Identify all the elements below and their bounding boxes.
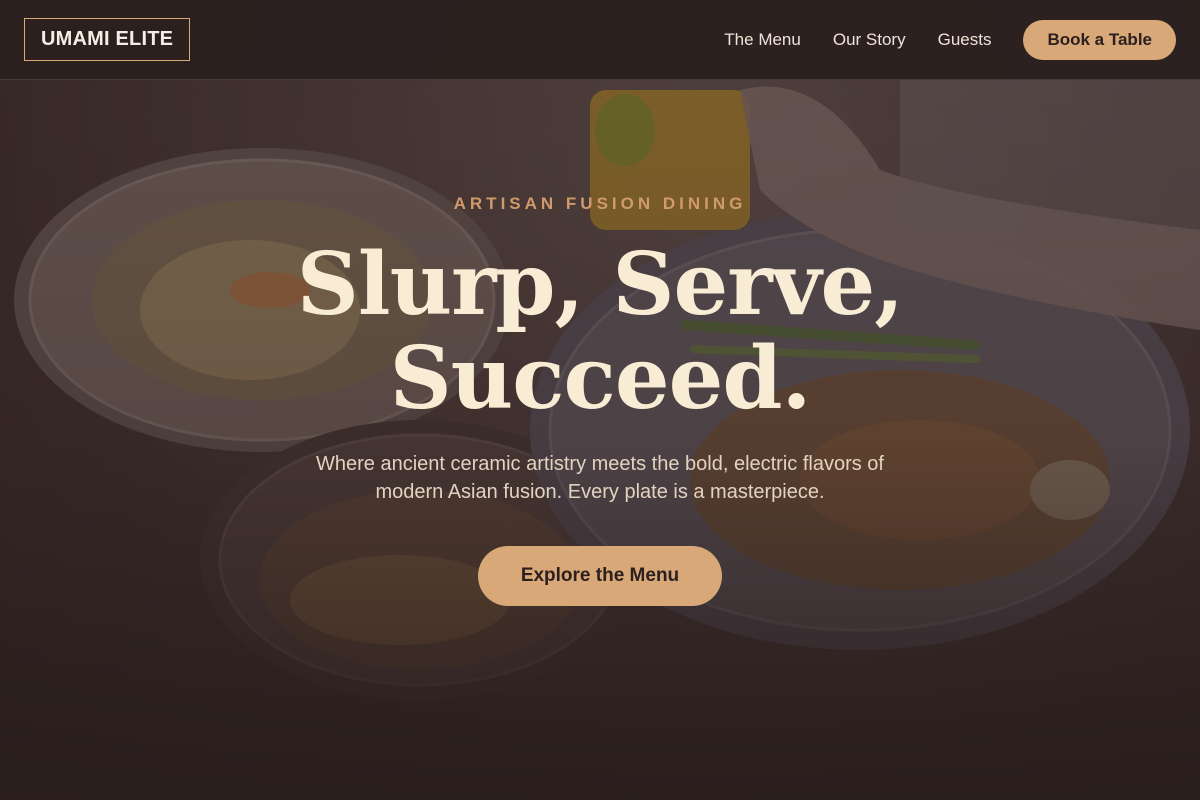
- hero-subtext: Where ancient ceramic artistry meets the…: [270, 450, 930, 506]
- hero-section: ARTISAN FUSION DINING Slurp, Serve, Succ…: [0, 80, 1200, 800]
- hero-subtext-line-1: Where ancient ceramic artistry meets the…: [316, 453, 884, 475]
- hero-headline-line-2: Succeed.: [389, 328, 812, 429]
- brand-logo[interactable]: UMAMI ELITE: [24, 18, 191, 61]
- hero-headline: Slurp, Serve, Succeed.: [0, 238, 1200, 426]
- nav-link-our-story[interactable]: Our Story: [833, 30, 906, 50]
- hero-eyebrow: ARTISAN FUSION DINING: [453, 194, 747, 213]
- explore-the-menu-button[interactable]: Explore the Menu: [478, 546, 722, 606]
- hero-subtext-line-2: modern Asian fusion. Every plate is a ma…: [375, 481, 825, 503]
- site-header: UMAMI ELITE The Menu Our Story Guests Bo…: [0, 0, 1200, 80]
- hero-headline-line-1: Slurp, Serve,: [296, 234, 904, 335]
- main-nav: The Menu Our Story Guests Book a Table: [724, 19, 1176, 60]
- book-a-table-button[interactable]: Book a Table: [1023, 19, 1176, 60]
- nav-link-guests[interactable]: Guests: [938, 30, 992, 50]
- nav-link-the-menu[interactable]: The Menu: [724, 30, 801, 50]
